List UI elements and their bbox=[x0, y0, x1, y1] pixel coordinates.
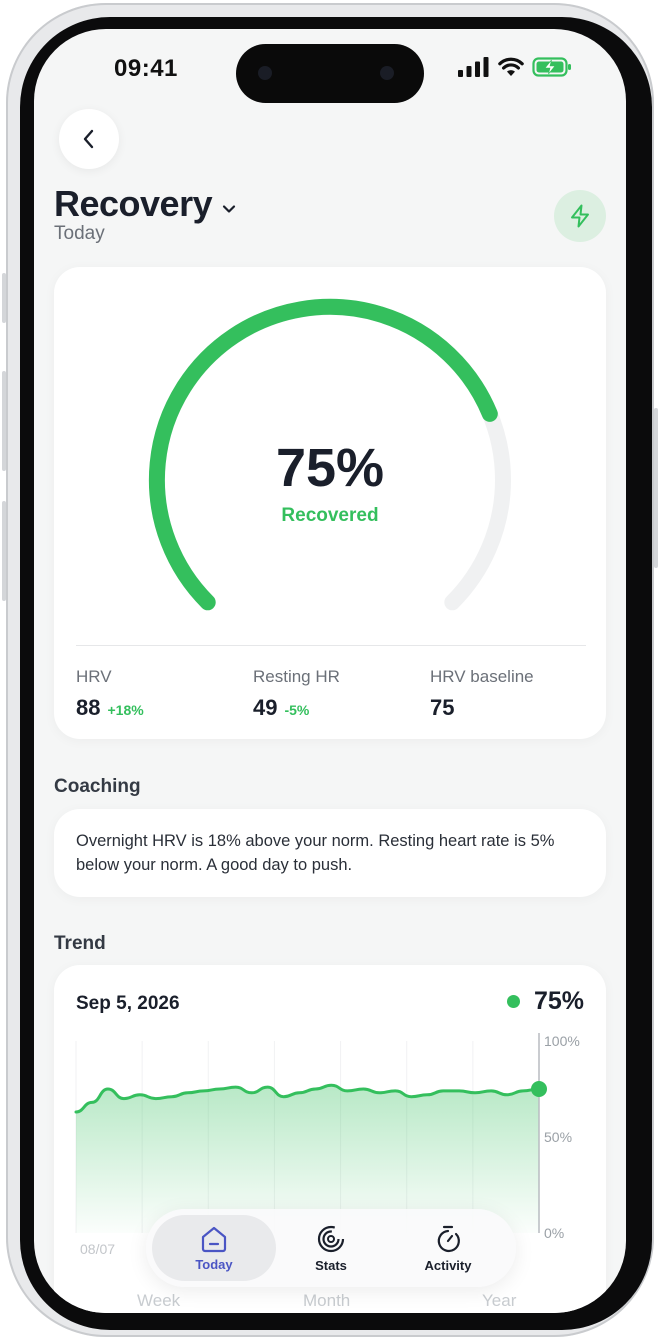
app-screen: 09:41 Recovery Today 75% Recovered HRV 8… bbox=[34, 29, 626, 1313]
status-time: 09:41 bbox=[114, 55, 178, 82]
y-tick-label: 50% bbox=[544, 1129, 573, 1145]
range-week[interactable]: Week bbox=[137, 1291, 180, 1311]
recovery-gauge-card: 75% Recovered HRV 88 +18% Resting HR 49 … bbox=[54, 267, 606, 739]
recovery-percent: 75% bbox=[275, 438, 385, 498]
tab-label: Activity bbox=[424, 1257, 472, 1273]
x-tick-label: 08/07 bbox=[80, 1241, 116, 1257]
lightning-bolt-icon bbox=[571, 204, 589, 228]
metric-delta: -5% bbox=[284, 702, 310, 718]
camera-icon bbox=[380, 66, 394, 80]
page-title: Recovery bbox=[54, 183, 213, 224]
volume-up-button bbox=[2, 371, 6, 471]
stopwatch-icon bbox=[437, 1225, 460, 1252]
metric-hrv-baseline: HRV baseline 75 bbox=[430, 667, 534, 721]
metric-resting-hr: Resting HR 49 -5% bbox=[253, 667, 340, 721]
signal-icon bbox=[458, 57, 489, 77]
dynamic-island bbox=[236, 44, 424, 103]
chevron-left-icon bbox=[83, 129, 94, 149]
range-month[interactable]: Month bbox=[303, 1291, 350, 1311]
tab-activity[interactable]: Activity bbox=[386, 1215, 510, 1281]
divider bbox=[76, 645, 586, 646]
metric-value: 49 bbox=[253, 695, 278, 720]
metric-label: Resting HR bbox=[253, 667, 340, 686]
tab-today[interactable]: Today bbox=[152, 1215, 276, 1281]
metric-hrv: HRV 88 +18% bbox=[76, 667, 144, 721]
status-icons bbox=[458, 57, 572, 77]
action-button bbox=[2, 273, 6, 323]
trend-heading: Trend bbox=[54, 933, 106, 954]
chevron-down-icon bbox=[223, 205, 236, 213]
battery-charging-icon bbox=[532, 57, 571, 77]
tab-stats[interactable]: Stats bbox=[269, 1215, 393, 1281]
trend-current-point bbox=[531, 1081, 547, 1097]
coaching-heading: Coaching bbox=[54, 776, 141, 797]
tab-bar: Today Stats Activity bbox=[146, 1209, 516, 1287]
strain-button[interactable] bbox=[554, 190, 606, 242]
tab-label: Today bbox=[195, 1256, 233, 1272]
home-icon bbox=[201, 1226, 227, 1252]
back-button[interactable] bbox=[59, 109, 119, 169]
coaching-text: Overnight HRV is 18% above your norm. Re… bbox=[76, 832, 555, 874]
metric-value: 75 bbox=[430, 695, 455, 720]
recovery-status: Recovered bbox=[281, 505, 379, 526]
metric-label: HRV baseline bbox=[430, 667, 534, 686]
y-tick-label: 100% bbox=[544, 1033, 580, 1049]
power-button bbox=[654, 408, 658, 568]
coaching-card: Overnight HRV is 18% above your norm. Re… bbox=[54, 809, 606, 897]
metric-value: 88 bbox=[76, 695, 101, 720]
tab-label: Stats bbox=[315, 1257, 347, 1273]
metric-delta: +18% bbox=[107, 702, 144, 718]
y-tick-label: 0% bbox=[544, 1225, 565, 1241]
status-bar: 09:41 bbox=[34, 29, 626, 109]
wifi-icon bbox=[498, 57, 524, 76]
page-subtitle: Today bbox=[54, 223, 105, 244]
sensor-icon bbox=[258, 66, 272, 80]
stats-rings-icon bbox=[317, 1225, 345, 1252]
metric-label: HRV bbox=[76, 667, 112, 686]
range-year[interactable]: Year bbox=[482, 1291, 516, 1311]
volume-down-button bbox=[2, 501, 6, 601]
title-dropdown[interactable]: Recovery bbox=[54, 183, 236, 225]
